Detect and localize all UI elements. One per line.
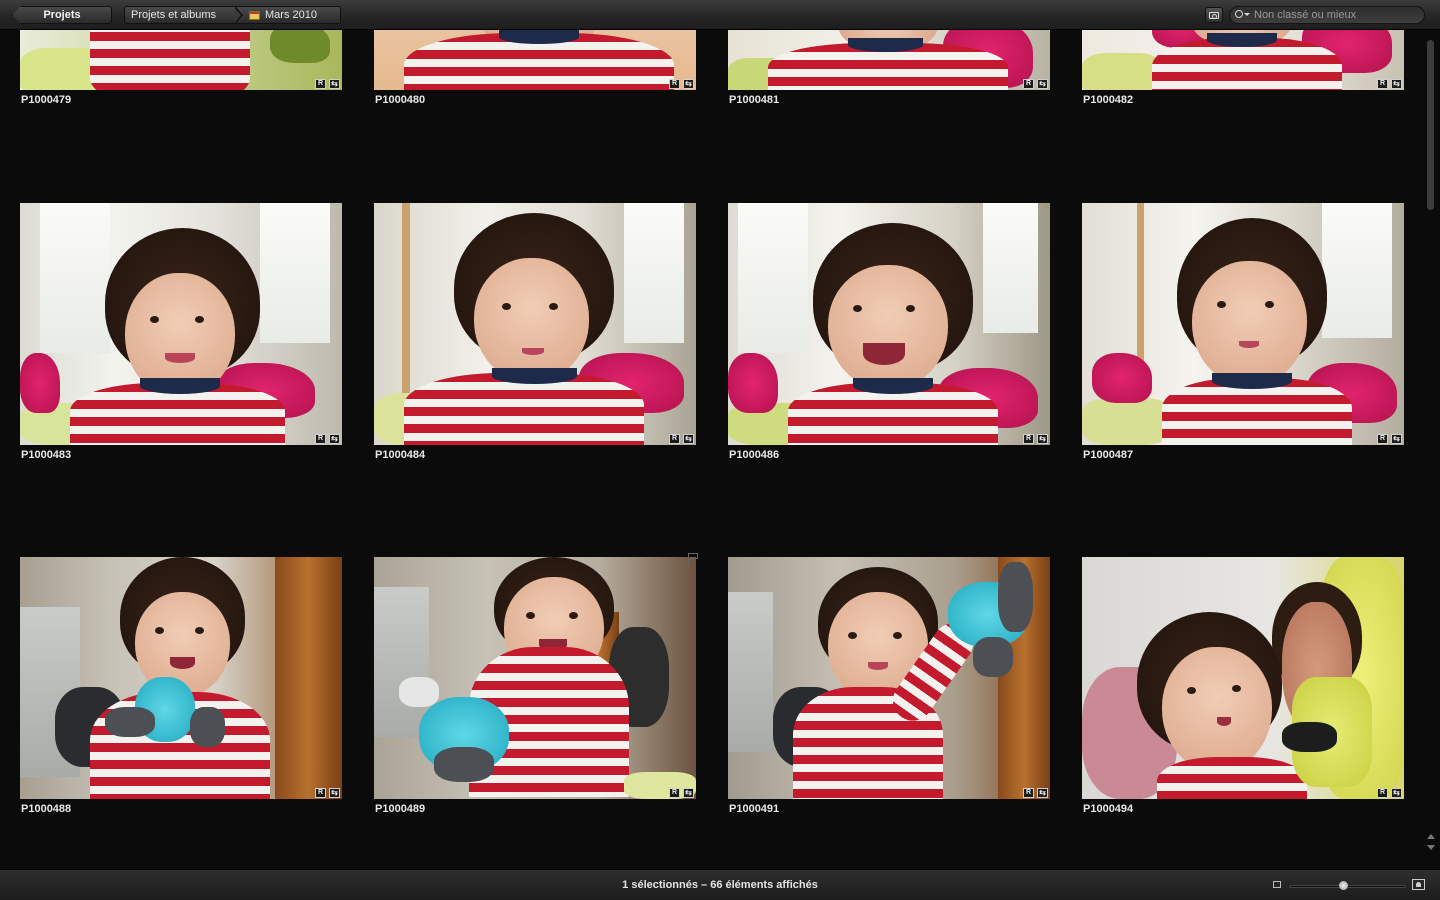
filter-search-field[interactable] — [1229, 6, 1425, 24]
photo-caption: P1000481 — [729, 94, 780, 106]
photo-thumbnail[interactable] — [374, 557, 696, 799]
photo-thumbnail[interactable] — [374, 203, 696, 445]
zoom-in-icon[interactable] — [1412, 879, 1425, 890]
photo-caption: P1000483 — [21, 449, 72, 461]
adjustment-badge-icon: ⇆ — [1391, 434, 1402, 444]
breadcrumb-current-project[interactable]: Mars 2010 — [245, 7, 317, 23]
photo-badges: R ⇆ — [1018, 433, 1050, 445]
scroll-up-arrow-icon[interactable] — [1427, 834, 1435, 839]
photo-tile[interactable]: R ⇆ P1000494 — [1082, 557, 1404, 815]
photo-badges: R ⇆ — [310, 433, 342, 445]
raw-badge-icon: R — [1023, 434, 1034, 444]
photo-browser-window: R ⇆ P1000479 R ⇆ P1000480 R ⇆ P1000481 R… — [0, 0, 1440, 900]
photo-caption: P1000480 — [375, 94, 426, 106]
vertical-scrollbar[interactable] — [1424, 30, 1438, 858]
toolbar: Projets Projets et albums Mars 2010 — [0, 0, 1440, 30]
raw-badge-icon: R — [1377, 788, 1388, 798]
raw-badge-icon: R — [1023, 788, 1034, 798]
photo-tile[interactable]: R ⇆ P1000489 — [374, 557, 696, 815]
photo-caption: P1000479 — [21, 94, 72, 106]
photo-tile[interactable]: R ⇆ P1000486 — [728, 203, 1050, 461]
search-icon[interactable] — [1234, 8, 1250, 22]
photo-caption: P1000489 — [375, 803, 426, 815]
raw-badge-icon: R — [315, 79, 326, 89]
photo-caption: P1000491 — [729, 803, 780, 815]
zoom-out-icon[interactable] — [1273, 881, 1281, 888]
breadcrumb-projects-albums[interactable]: Projets et albums — [125, 7, 235, 23]
scrollbar-thumb[interactable] — [1427, 40, 1434, 210]
photo-badges: R ⇆ — [664, 787, 696, 799]
photo-thumbnail[interactable] — [1082, 557, 1404, 799]
adjustment-badge-icon: ⇆ — [1391, 79, 1402, 89]
adjustment-badge-icon: ⇆ — [1037, 788, 1048, 798]
photo-grid: R ⇆ P1000479 R ⇆ P1000480 R ⇆ P1000481 R… — [0, 0, 1422, 869]
photo-thumbnail[interactable] — [728, 203, 1050, 445]
adjustment-badge-icon: ⇆ — [1037, 79, 1048, 89]
adjustment-badge-icon: ⇆ — [329, 79, 340, 89]
raw-badge-icon: R — [1023, 79, 1034, 89]
adjustment-badge-icon: ⇆ — [1037, 434, 1048, 444]
adjustment-badge-icon: ⇆ — [329, 788, 340, 798]
flag-icon[interactable] — [686, 552, 700, 566]
photo-tile[interactable]: R ⇆ P1000491 — [728, 557, 1050, 815]
adjustment-badge-icon: ⇆ — [683, 79, 694, 89]
raw-badge-icon: R — [669, 788, 680, 798]
import-camera-button[interactable] — [1205, 7, 1223, 23]
adjustment-badge-icon: ⇆ — [329, 434, 340, 444]
photo-caption: P1000482 — [1083, 94, 1134, 106]
selection-status-text: 1 sélectionnés – 66 éléments affichés — [622, 879, 818, 891]
photo-badges: R ⇆ — [1372, 433, 1404, 445]
photo-badges: R ⇆ — [1372, 78, 1404, 90]
breadcrumb-separator-icon — [234, 6, 245, 24]
camera-icon — [1209, 12, 1219, 19]
photo-badges: R ⇆ — [1372, 787, 1404, 799]
photo-caption: P1000487 — [1083, 449, 1134, 461]
breadcrumb: Projets et albums Mars 2010 — [124, 6, 341, 24]
raw-badge-icon: R — [315, 788, 326, 798]
thumbnail-size-slider-knob[interactable] — [1339, 881, 1348, 890]
raw-badge-icon: R — [669, 434, 680, 444]
photo-thumbnail[interactable] — [728, 557, 1050, 799]
adjustment-badge-icon: ⇆ — [683, 788, 694, 798]
photo-badges: R ⇆ — [664, 78, 696, 90]
photo-caption: P1000494 — [1083, 803, 1134, 815]
photo-caption: P1000486 — [729, 449, 780, 461]
photo-badges: R ⇆ — [664, 433, 696, 445]
scroll-down-arrow-icon[interactable] — [1427, 845, 1435, 850]
photo-tile[interactable]: R ⇆ P1000483 — [20, 203, 342, 461]
raw-badge-icon: R — [669, 79, 680, 89]
photo-badges: R ⇆ — [310, 787, 342, 799]
breadcrumb-current-label: Mars 2010 — [265, 9, 317, 21]
photo-tile[interactable]: R ⇆ P1000488 — [20, 557, 342, 815]
photo-badges: R ⇆ — [1018, 787, 1050, 799]
raw-badge-icon: R — [1377, 79, 1388, 89]
raw-badge-icon: R — [1377, 434, 1388, 444]
photo-caption: P1000484 — [375, 449, 426, 461]
adjustment-badge-icon: ⇆ — [1391, 788, 1402, 798]
raw-badge-icon: R — [315, 434, 326, 444]
projects-back-button[interactable]: Projets — [12, 6, 112, 24]
photo-badges: R ⇆ — [310, 78, 342, 90]
photo-badges: R ⇆ — [1018, 78, 1050, 90]
photo-tile[interactable]: R ⇆ P1000484 — [374, 203, 696, 461]
photo-caption: P1000488 — [21, 803, 72, 815]
adjustment-badge-icon: ⇆ — [683, 434, 694, 444]
photo-thumbnail[interactable] — [1082, 203, 1404, 445]
photo-thumbnail[interactable] — [20, 203, 342, 445]
status-bar: 1 sélectionnés – 66 éléments affichés — [0, 869, 1440, 900]
calendar-icon — [249, 10, 260, 20]
photo-thumbnail[interactable] — [20, 557, 342, 799]
search-input[interactable] — [1250, 7, 1424, 23]
photo-tile[interactable]: R ⇆ P1000487 — [1082, 203, 1404, 461]
